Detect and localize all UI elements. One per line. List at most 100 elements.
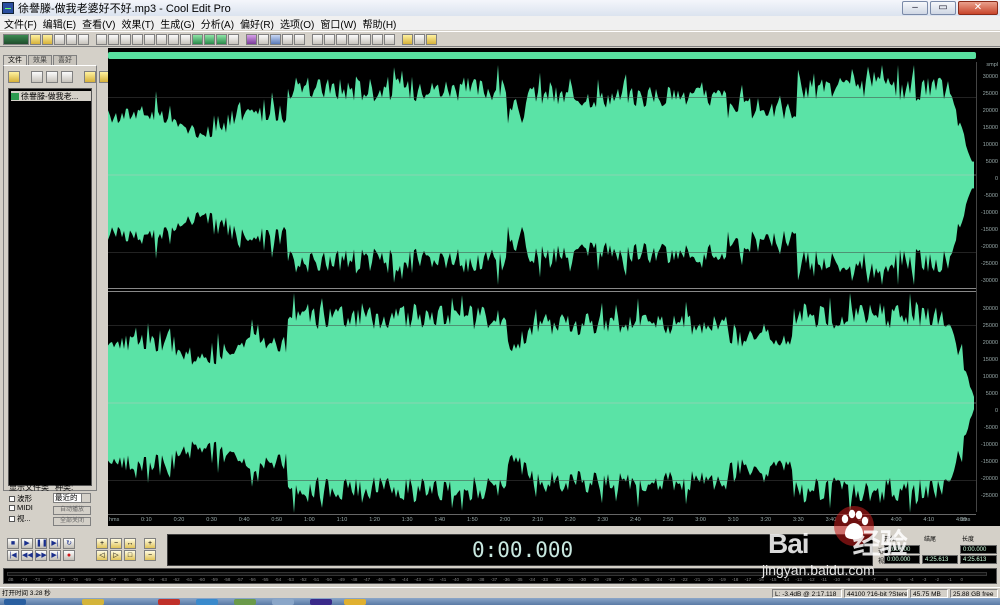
insert-icon[interactable] <box>61 71 73 83</box>
cue-list-icon[interactable] <box>282 33 293 45</box>
taskbar-app-icon[interactable] <box>272 599 294 605</box>
close-button[interactable]: ✕ <box>958 1 998 15</box>
save-icon[interactable] <box>66 33 77 45</box>
cut-icon[interactable] <box>156 33 167 45</box>
start-orb-icon[interactable] <box>4 599 26 605</box>
waveform-view-icon[interactable] <box>312 33 323 45</box>
close-all-button[interactable]: 全部关闭 <box>53 517 91 526</box>
autoplay-button[interactable]: 自动播放 <box>53 506 91 515</box>
zoom-full-icon[interactable]: ↔ <box>124 538 136 549</box>
snap-ruler-icon[interactable] <box>336 33 347 45</box>
go-start-button[interactable]: |◀ <box>7 550 19 561</box>
undo-icon[interactable] <box>96 33 107 45</box>
zoom-out-icon[interactable]: − <box>110 538 122 549</box>
tab-favorites[interactable]: 喜好 <box>53 55 77 65</box>
zoom-left-icon[interactable]: ◁ <box>96 550 108 561</box>
snap-cues-icon[interactable] <box>348 33 359 45</box>
sort-select[interactable]: 最近的 <box>53 493 91 503</box>
paste-new-icon[interactable] <box>180 33 191 45</box>
list-item[interactable]: 徐譽滕-做我老... <box>11 91 91 101</box>
menu-analyze[interactable]: 分析(A) <box>200 16 239 31</box>
close-file-icon[interactable] <box>78 33 89 45</box>
right-channel-waveform[interactable] <box>108 292 976 514</box>
rewind-button[interactable]: ◀◀ <box>21 550 33 561</box>
waveform-display[interactable]: smpl 30000 25000 20000 15000 10000 5000 0 -5000 -… <box>108 48 1000 526</box>
copy-icon[interactable] <box>132 33 143 45</box>
taskbar-app-icon[interactable] <box>158 599 180 605</box>
new-file-icon[interactable] <box>30 33 41 45</box>
info-icon[interactable] <box>270 33 281 45</box>
taskbar-app-icon[interactable] <box>310 599 332 605</box>
zoom-in-icon[interactable]: + <box>96 538 108 549</box>
taskbar-app-icon[interactable] <box>234 599 256 605</box>
zoom-right-icon[interactable]: ▷ <box>110 550 122 561</box>
menu-file[interactable]: 文件(F) <box>3 16 42 31</box>
left-channel-waveform[interactable] <box>108 64 976 286</box>
menu-options[interactable]: 选项(O) <box>279 16 319 31</box>
view-begin-field[interactable]: 0:00.000 <box>884 555 920 564</box>
file-list[interactable]: 徐譽滕-做我老... <box>8 88 92 486</box>
spectral-view-icon[interactable] <box>246 33 257 45</box>
menu-favorites[interactable]: 偏好(R) <box>239 16 279 31</box>
cd-icon[interactable] <box>402 33 413 45</box>
maximize-button[interactable]: ▭ <box>930 1 956 15</box>
open-file-icon[interactable] <box>42 33 53 45</box>
view-end-field[interactable]: 4:25.613 <box>922 555 958 564</box>
taskbar-app-icon[interactable] <box>344 599 366 605</box>
frequency-icon[interactable] <box>258 33 269 45</box>
silence-icon[interactable] <box>216 33 227 45</box>
record-button[interactable]: ● <box>63 550 75 561</box>
taskbar-app-icon[interactable] <box>196 599 218 605</box>
tab-files[interactable]: 文件 <box>3 55 27 65</box>
spectral-display-icon[interactable] <box>324 33 335 45</box>
go-end-button[interactable]: ▶| <box>49 550 61 561</box>
stop-button[interactable]: ■ <box>7 538 19 549</box>
multitrack-toggle-icon[interactable] <box>3 33 29 45</box>
meter-tick: -39 <box>465 577 472 582</box>
redo-icon[interactable] <box>108 33 119 45</box>
snap-frames-icon[interactable] <box>372 33 383 45</box>
filter-video-checkbox[interactable]: 视... <box>9 513 31 524</box>
menu-edit[interactable]: 编辑(E) <box>42 16 81 31</box>
open-append-icon[interactable] <box>54 33 65 45</box>
minimize-button[interactable]: – <box>902 1 928 15</box>
list-icon[interactable] <box>84 71 96 83</box>
edit-doc-icon[interactable] <box>46 71 58 83</box>
menu-view[interactable]: 查看(V) <box>81 16 120 31</box>
taskbar-app-icon[interactable] <box>82 599 104 605</box>
view-length-field[interactable]: 4:25.613 <box>960 555 997 564</box>
selection-begin-field[interactable]: 0:00.000 <box>884 545 920 554</box>
delete-icon[interactable] <box>228 33 239 45</box>
help-icon[interactable] <box>426 33 437 45</box>
play-to-end-button[interactable]: ▶| <box>49 538 61 549</box>
menu-effects[interactable]: 效果(T) <box>120 16 159 31</box>
overview-range-bar[interactable] <box>108 52 976 59</box>
trim-icon[interactable] <box>204 33 215 45</box>
play-list-icon[interactable] <box>294 33 305 45</box>
tab-effects[interactable]: 效果 <box>28 55 52 65</box>
repeat-icon[interactable] <box>120 33 131 45</box>
paste-icon[interactable] <box>168 33 179 45</box>
title-bar[interactable]: 徐譽滕-做我老婆好不好.mp3 - Cool Edit Pro – ▭ ✕ <box>0 0 1000 16</box>
selection-length-field[interactable]: 0:00.000 <box>960 545 997 554</box>
menu-help[interactable]: 帮助(H) <box>362 16 402 31</box>
copy-new-icon[interactable] <box>144 33 155 45</box>
snap-zero-icon[interactable] <box>360 33 371 45</box>
app-icon[interactable] <box>2 2 14 14</box>
zoom-selection-icon[interactable]: □ <box>124 550 136 561</box>
pause-button[interactable]: ❚❚ <box>35 538 48 549</box>
play-button[interactable]: ▶ <box>21 538 33 549</box>
close-doc-icon[interactable] <box>31 71 43 83</box>
zoom-vertical-out-icon[interactable]: − <box>144 550 156 561</box>
loop-button[interactable]: ↻ <box>63 538 75 549</box>
time-ruler[interactable]: hms 0:10 0:20 0:30 0:40 0:50 1:00 1:10 1:20 1:30 1… <box>108 514 976 526</box>
window-icon[interactable] <box>384 33 395 45</box>
zoom-vertical-in-icon[interactable]: + <box>144 538 156 549</box>
open-folder-icon[interactable] <box>8 71 20 83</box>
mix-paste-icon[interactable] <box>192 33 203 45</box>
menu-generate[interactable]: 生成(G) <box>159 16 199 31</box>
menu-window[interactable]: 窗口(W) <box>319 16 361 31</box>
forward-button[interactable]: ▶▶ <box>35 550 47 561</box>
settings-icon[interactable] <box>414 33 425 45</box>
filter-midi-checkbox[interactable]: MIDI <box>9 503 33 512</box>
